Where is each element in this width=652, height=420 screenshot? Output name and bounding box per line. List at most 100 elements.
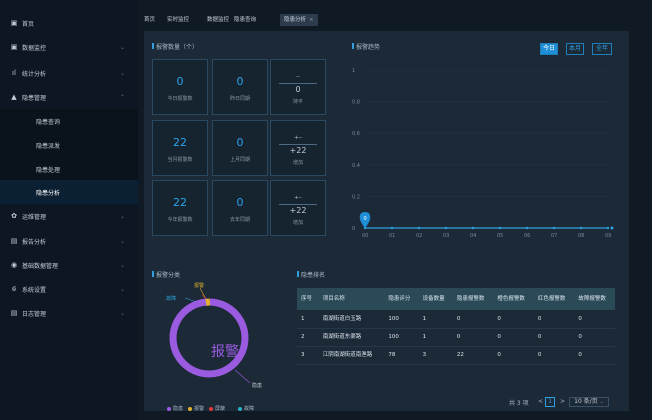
sidebar-item-report[interactable]: ▤ 报告分析 ⌄ (0, 229, 138, 253)
table-cell: 0 (493, 310, 534, 329)
donut-slice-hidden-danger (169, 298, 249, 378)
table-row[interactable]: 2 南湖街道东渠路 100 1 0 0 0 0 (297, 328, 615, 347)
pager-page-button[interactable]: 1 (545, 397, 555, 407)
stat-box: 22 当月报警数 (152, 120, 208, 176)
stat-label: 增加 (292, 220, 303, 226)
x-tick-label: 05 (497, 233, 503, 239)
column-header: 隐患评分 (384, 288, 419, 310)
stat-label: 今年报警数 (167, 217, 193, 223)
pager-size-select[interactable]: 10 条/页 ⌄ (569, 397, 609, 407)
sidebar-item-label: 统计分析 (22, 70, 47, 78)
y-tick-label: 1 (352, 68, 355, 74)
x-tick-label: 03 (443, 233, 449, 239)
sidebar-item-bar-chart[interactable]: ıl 统计分析 ⌄ (0, 61, 138, 85)
sidebar-item-label: 运维管理 (22, 213, 47, 221)
donut-label-alarm: 报警 (194, 282, 204, 289)
ranking-table: 序号 项目名称 隐患评分 设备数量 隐患报警数 橙色报警数 红色报警数 故障报警数 1 南湖街道… (297, 288, 615, 365)
table-cell: 0 (452, 328, 494, 347)
donut-slice-alarm (205, 298, 211, 306)
table-row[interactable]: 3 江阴南湖街道南渔路 78 3 22 0 0 0 (297, 346, 615, 365)
stat-change: 0 (295, 85, 301, 94)
data-point (552, 226, 556, 230)
stat-label: 昨日同期 (229, 96, 250, 102)
stat-label: 去年同期 (229, 217, 250, 223)
stat-label: 当月报警数 (167, 157, 193, 163)
pager-size-label: 10 条/页 (574, 398, 598, 405)
close-icon[interactable]: × (309, 17, 314, 23)
legend-item[interactable]: 隐患 (167, 405, 183, 412)
tab-label: 隐患分析 (284, 17, 307, 23)
stat-box: +-- +22 增加 (270, 120, 326, 176)
tab-3[interactable]: 隐患查询 (234, 14, 256, 26)
table-cell: 22 (452, 346, 494, 365)
x-tick-label: 06 (524, 233, 530, 239)
tab-bar: 首页 实时监控 数据监控 隐患查询 隐患分析 × (138, 12, 652, 26)
stat-box: +-- +22 增加 (270, 180, 326, 236)
legend-item[interactable]: 屏蔽 (209, 405, 225, 412)
table-row[interactable]: 1 南湖街道白玉路 100 1 0 0 0 0 (297, 310, 615, 329)
stat-label: 今日报警数 (167, 96, 193, 102)
sidebar-item-monitor[interactable]: ▣ 数据监控 ⌄ (0, 35, 138, 59)
table-header-row: 序号 项目名称 隐患评分 设备数量 隐患报警数 橙色报警数 红色报警数 故障报警数 (297, 288, 615, 310)
stat-compare-top: +-- (294, 195, 302, 201)
sidebar-item-warning[interactable]: ▲ 隐患管理 ⌃ (0, 85, 138, 109)
tab-2[interactable]: 数据监控 (207, 14, 229, 26)
sidebar-item-label: 数据监控 (22, 44, 47, 52)
report-icon: ▤ (10, 237, 18, 245)
legend-item[interactable]: 报警 (188, 405, 204, 412)
sidebar-item-label: 日志管理 (22, 310, 47, 318)
trend-title: 报警趋势 (351, 43, 381, 51)
chevron-icon: ⌄ (120, 309, 126, 317)
legend-label: 故障 (244, 406, 255, 412)
legend-item[interactable]: 故障 (238, 405, 254, 412)
range-today-button[interactable]: 今日 (540, 43, 558, 55)
table-cell: 0 (452, 310, 494, 329)
table-cell: 0 (574, 310, 615, 329)
chevron-icon: ⌃ (120, 93, 126, 101)
sidebar-subitem[interactable]: 隐患查询 (0, 109, 138, 133)
pager-prev-button[interactable]: < (538, 398, 543, 405)
sidebar-subitem[interactable]: 隐患分析 (0, 180, 138, 204)
donut-label-hidden-danger: 隐患 (252, 382, 262, 389)
legend-dot (188, 406, 192, 411)
data-point (579, 226, 583, 230)
table-cell: 3 (418, 346, 453, 365)
sidebar-subitem[interactable]: 隐患派发 (0, 133, 138, 157)
sidebar-item-database[interactable]: ◉ 基础数据管理 ⌄ (0, 253, 138, 277)
stat-box: 0 去年同期 (212, 180, 268, 236)
x-tick-label: 07 (551, 233, 557, 239)
tab-0[interactable]: 首页 (144, 14, 155, 26)
sidebar-item-log[interactable]: ▤ 日志管理 ⌄ (0, 301, 138, 325)
tab-1[interactable]: 实时监控 (167, 14, 189, 26)
sidebar-item-label: 基础数据管理 (22, 262, 59, 270)
sidebar-subitem[interactable]: 隐患处理 (0, 157, 138, 181)
sidebar-item-home[interactable]: ▣ 首页 (0, 11, 138, 35)
table-cell: 0 (574, 346, 615, 365)
pager-next-button[interactable]: > (560, 398, 565, 405)
y-tick-label: 0.4 (352, 163, 360, 169)
x-tick-label: 09 (605, 233, 611, 239)
column-header: 红色报警数 (533, 288, 575, 310)
stats-title: 报警数量（个） (151, 43, 199, 51)
stat-value: 0 (236, 196, 244, 209)
table-cell: 0 (493, 328, 534, 347)
settings-icon: ⟃ (11, 284, 17, 293)
stat-value: 22 (173, 136, 187, 149)
column-header: 橙色报警数 (493, 288, 534, 310)
sidebar-item-gear[interactable]: ✿ 运维管理 ⌄ (0, 204, 138, 228)
range-year-button[interactable]: 全年 (592, 43, 612, 55)
column-header: 故障报警数 (574, 288, 615, 310)
sidebar-item-label: 隐患派发 (36, 142, 61, 150)
bar-chart-icon: ıl (12, 69, 16, 77)
stat-box: 0 昨日同期 (212, 59, 268, 115)
range-month-button[interactable]: 本月 (566, 43, 584, 55)
leader-line (234, 369, 251, 384)
stat-change: +22 (289, 146, 307, 155)
tab-label: 实时监控 (167, 17, 190, 23)
tab-4[interactable]: 隐患分析 × (280, 14, 318, 26)
sidebar-item-settings[interactable]: ⟃ 系统设置 ⌄ (0, 277, 138, 301)
table-cell: 100 (384, 310, 419, 329)
legend-dot (167, 406, 171, 411)
column-header: 项目名称 (318, 288, 385, 310)
stat-label: 增加 (292, 160, 303, 166)
